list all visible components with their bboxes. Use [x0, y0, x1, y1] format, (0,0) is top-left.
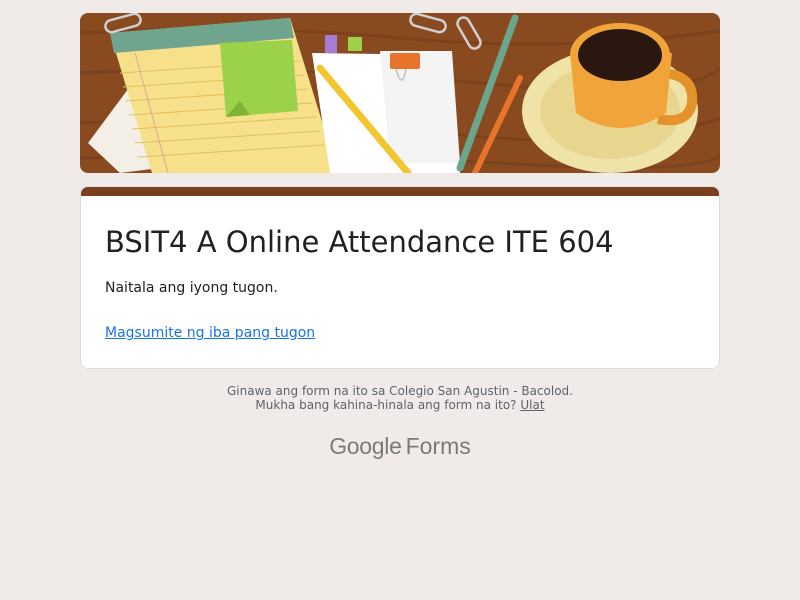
submit-another-response-link[interactable]: Magsumite ng iba pang tugon: [105, 325, 315, 341]
form-title: BSIT4 A Online Attendance ITE 604: [105, 225, 614, 259]
card-accent-bar: [81, 187, 719, 196]
header-banner-image: [80, 13, 720, 173]
google-forms-logo[interactable]: Google Forms: [0, 433, 800, 460]
form-confirmation-card: BSIT4 A Online Attendance ITE 604 Naital…: [80, 186, 720, 369]
report-line: Mukha bang kahina-hinala ang form na ito…: [0, 398, 800, 412]
desk-illustration: [80, 13, 720, 173]
form-footer: Ginawa ang form na ito sa Colegio San Ag…: [0, 384, 800, 412]
brand-google: Google: [329, 433, 402, 459]
created-by-text: Ginawa ang form na ito sa Colegio San Ag…: [226, 384, 573, 398]
suspicious-text: Mukha bang kahina-hinala ang form na ito…: [255, 398, 517, 412]
report-link[interactable]: Ulat: [520, 398, 544, 412]
confirmation-message: Naitala ang iyong tugon.: [105, 280, 278, 296]
brand-forms: Forms: [405, 433, 471, 459]
